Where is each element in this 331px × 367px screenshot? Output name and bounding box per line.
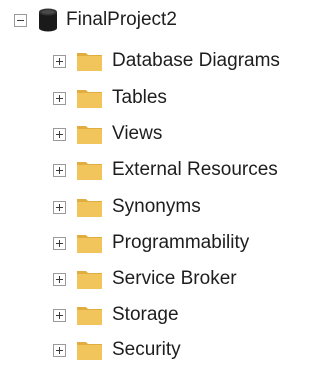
expand-icon[interactable] [53, 91, 66, 105]
tree-node-label: Service Broker [112, 268, 237, 289]
folder-icon [77, 90, 102, 108]
folder-icon [77, 126, 102, 144]
tree-node-views[interactable]: Views [53, 117, 162, 151]
folder-icon [77, 307, 102, 325]
tree-node-tables[interactable]: Tables [53, 81, 167, 115]
tree-node-database-diagrams[interactable]: Database Diagrams [53, 44, 280, 78]
expand-icon[interactable] [53, 54, 66, 68]
tree-node-label: Synonyms [112, 196, 201, 217]
expand-icon[interactable] [53, 236, 66, 250]
tree-node-label: External Resources [112, 159, 278, 180]
tree-node-programmability[interactable]: Programmability [53, 226, 249, 260]
folder-icon [77, 199, 102, 217]
expand-icon[interactable] [53, 163, 66, 177]
tree-node-service-broker[interactable]: Service Broker [53, 262, 237, 296]
object-explorer-tree: FinalProject2 Database Diagrams Tables V… [0, 0, 331, 366]
folder-icon [77, 53, 102, 71]
tree-node-label: Security [112, 339, 181, 360]
expand-icon[interactable] [53, 200, 66, 214]
tree-node-security[interactable]: Security [53, 333, 181, 367]
tree-node-label: Programmability [112, 232, 250, 253]
tree-node-label: Database Diagrams [112, 50, 280, 71]
tree-node-label: Views [112, 123, 163, 144]
tree-node-database[interactable]: FinalProject2 [14, 3, 177, 37]
tree-node-synonyms[interactable]: Synonyms [53, 190, 201, 224]
tree-node-storage[interactable]: Storage [53, 298, 179, 332]
database-icon [39, 8, 57, 32]
tree-node-label: Tables [112, 87, 167, 108]
database-name-label: FinalProject2 [66, 9, 177, 30]
folder-icon [77, 271, 102, 289]
expand-icon[interactable] [53, 127, 66, 141]
tree-node-label: Storage [112, 304, 179, 325]
tree-node-external-resources[interactable]: External Resources [53, 153, 278, 187]
folder-icon [77, 162, 102, 180]
folder-icon [77, 235, 102, 253]
collapse-icon[interactable] [14, 13, 27, 27]
folder-icon [77, 342, 102, 360]
expand-icon[interactable] [53, 272, 66, 286]
expand-icon[interactable] [53, 308, 66, 322]
expand-icon[interactable] [53, 343, 66, 357]
